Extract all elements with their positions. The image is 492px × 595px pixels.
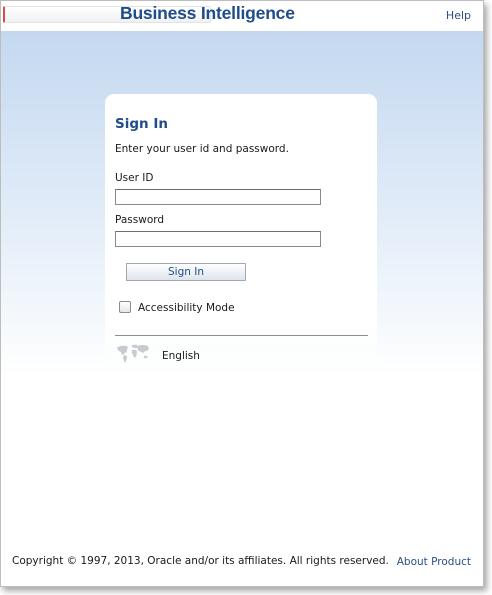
password-label: Password	[115, 214, 165, 226]
signin-instructions: Enter your user id and password.	[115, 143, 289, 155]
accessibility-checkbox[interactable]	[119, 301, 131, 313]
signin-panel: Sign In Enter your user id and password.…	[105, 94, 377, 376]
signin-button[interactable]: Sign In	[126, 263, 246, 281]
login-window: Business Intelligence Help Sign In Enter…	[0, 0, 484, 587]
user-id-label: User ID	[115, 172, 154, 184]
password-field[interactable]	[115, 231, 321, 247]
user-id-field[interactable]	[115, 189, 321, 205]
globe-icon	[117, 344, 149, 363]
help-link[interactable]: Help	[446, 9, 471, 22]
copyright-text: Copyright © 1997, 2013, Oracle and/or it…	[12, 555, 389, 567]
signin-title: Sign In	[115, 116, 168, 132]
accessibility-mode-label: Accessibility Mode	[138, 302, 235, 314]
language-selector[interactable]: English	[162, 350, 200, 362]
divider	[115, 335, 368, 336]
app-title: Business Intelligence	[120, 3, 295, 23]
about-product-link[interactable]: About Product	[397, 556, 471, 568]
top-header-bar: Business Intelligence Help	[1, 1, 483, 31]
